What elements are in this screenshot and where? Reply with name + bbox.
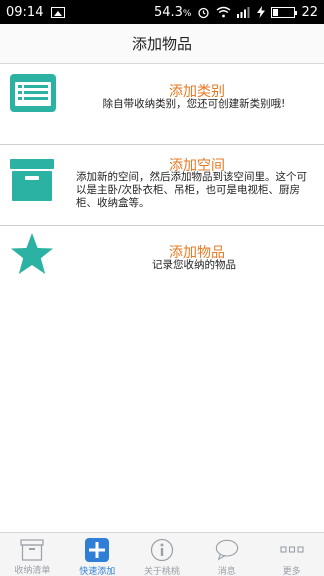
tab-more-label: 更多 [282, 567, 301, 576]
add-item-desc: 记录您收纳的物品 [152, 259, 236, 271]
add-category-row[interactable]: 添加类别 除自带收纳类别，您还可创建新类别哦! [0, 64, 324, 145]
wifi-icon [217, 6, 231, 18]
tab-more[interactable]: 更多 [259, 533, 324, 576]
star-icon [11, 233, 53, 274]
signal-icon [237, 7, 250, 18]
add-item-row[interactable]: 添加物品 记录您收纳的物品 [0, 226, 324, 286]
tab-messages[interactable]: 消息 [194, 533, 259, 576]
status-bar: 09:14 54.3% 22 [0, 0, 324, 24]
status-time: 09:14 [6, 4, 44, 20]
battery-level: 22 [301, 4, 318, 20]
archive-box-icon [20, 538, 44, 561]
battery-percentage: 54.3% [154, 5, 192, 20]
bottom-tab-bar: 收纳清单 快速添加 关于桃桃 消息 更多 [0, 532, 324, 576]
tab-storage-list[interactable]: 收纳清单 [0, 533, 65, 576]
image-notification-icon [51, 6, 66, 18]
tab-about[interactable]: 关于桃桃 [130, 533, 195, 576]
add-space-row[interactable]: 添加空间 添加新的空间，然后添加物品到该空间里。这个可以是主卧/次卧衣柜、吊柜，… [0, 145, 324, 226]
list-card-icon [10, 74, 56, 112]
battery-percentage-value: 54.3 [153, 4, 183, 20]
more-dots-icon [280, 538, 304, 562]
battery-percentage-unit: % [182, 8, 192, 19]
add-space-desc: 添加新的空间，然后添加物品到该空间里。这个可以是主卧/次卧衣柜、吊柜，也可是电视… [76, 171, 307, 209]
tab-messages-label: 消息 [217, 567, 236, 576]
info-circle-icon [150, 538, 174, 562]
plus-square-icon [85, 538, 110, 562]
storage-box-icon [10, 159, 54, 201]
page-header: 添加物品 [0, 24, 324, 64]
tab-about-label: 关于桃桃 [143, 567, 180, 576]
status-right: 54.3% 22 [154, 5, 318, 20]
tab-storage-list-label: 收纳清单 [14, 566, 51, 576]
chat-bubble-icon [215, 538, 239, 562]
battery-icon [271, 6, 298, 18]
charging-bolt-icon [257, 6, 266, 18]
tab-quick-add-label: 快速添加 [79, 567, 116, 576]
alarm-icon [198, 7, 210, 18]
add-category-desc: 除自带收纳类别，您还可创建新类别哦! [102, 98, 286, 110]
page-title: 添加物品 [131, 35, 192, 53]
tab-quick-add[interactable]: 快速添加 [65, 533, 130, 576]
